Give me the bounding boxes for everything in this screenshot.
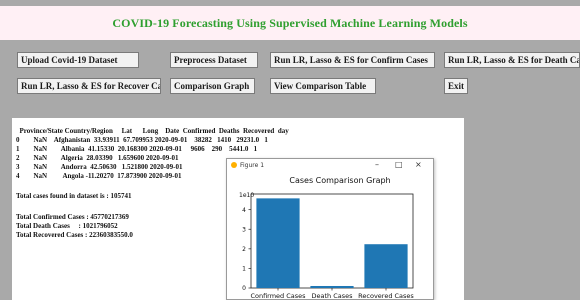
dataset-row: 4 NaN Angola -11.20270 17.873900 2020-09… — [16, 172, 182, 180]
y-tick-label: 1 — [242, 266, 246, 273]
app-title: COVID-19 Forecasting Using Supervised Ma… — [112, 15, 468, 30]
comparison-graph-button[interactable]: Comparison Graph — [170, 78, 255, 94]
run-recover-cases-button[interactable]: Run LR, Lasso & ES for Recover Cases — [17, 78, 161, 94]
maximize-button[interactable]: □ — [395, 160, 403, 169]
dataset-row: 1 NaN Albania 41.15330 20.168300 2020-09… — [16, 145, 258, 153]
matplotlib-icon — [231, 162, 237, 168]
app-header: COVID-19 Forecasting Using Supervised Ma… — [0, 6, 580, 40]
total-confirmed-text: Total Confirmed Cases : 45770217369 — [16, 213, 129, 221]
run-death-cases-button[interactable]: Run LR, Lasso & ES for Death Cases — [444, 52, 580, 68]
bar — [256, 198, 300, 288]
total-death-text: Total Death Cases : 1021796052 — [16, 222, 118, 230]
chart-title: Cases Comparison Graph — [289, 176, 390, 185]
figure-window-title: Figure 1 — [240, 162, 265, 169]
y-tick-label: 0 — [242, 285, 246, 292]
bar — [310, 285, 354, 288]
total-recovered-text: Total Recovered Cases : 22360383550.0 — [16, 231, 133, 239]
total-cases-found-text: Total cases found in dataset is : 105741 — [16, 192, 132, 200]
dataset-row: 3 NaN Andorra 42.50630 1.521800 2020-09-… — [16, 163, 183, 171]
y-axis-offset-text: 1e10 — [239, 192, 254, 199]
x-tick-label: Recovered Cases — [358, 292, 414, 300]
exit-button[interactable]: Exit — [444, 78, 468, 94]
x-tick-label: Death Cases — [311, 292, 353, 300]
y-tick-label: 3 — [242, 226, 246, 233]
chart-axes: Confirmed Cases Death Cases Recovered Case… — [242, 193, 414, 300]
preprocess-dataset-button[interactable]: Preprocess Dataset — [170, 52, 258, 68]
dataset-header-line: Province/State Country/Region Lat Long D… — [16, 127, 289, 135]
bar — [364, 244, 408, 288]
cases-comparison-chart: Cases Comparison Graph 1e10 Confirmed Ca… — [239, 176, 414, 300]
close-button[interactable]: × — [415, 160, 422, 169]
upload-dataset-button[interactable]: Upload Covid-19 Dataset — [17, 52, 139, 68]
run-confirm-cases-button[interactable]: Run LR, Lasso & ES for Confirm Cases — [270, 52, 435, 68]
dataset-row: 0 NaN Afghanistan 33.93911 67.709953 202… — [16, 136, 268, 144]
view-comparison-table-button[interactable]: View Comparison Table — [270, 78, 376, 94]
x-tick-label: Confirmed Cases — [250, 292, 306, 300]
figure-window[interactable]: Figure 1 – □ × Cases Comparison Graph 1e… — [226, 158, 434, 300]
y-tick-label: 2 — [242, 246, 246, 253]
y-tick-label: 4 — [242, 207, 246, 214]
dataset-row: 2 NaN Algeria 28.03390 1.659600 2020-09-… — [16, 154, 179, 162]
figure-title-bar[interactable]: Figure 1 – □ × — [227, 159, 433, 172]
minimize-button[interactable]: – — [375, 160, 379, 169]
